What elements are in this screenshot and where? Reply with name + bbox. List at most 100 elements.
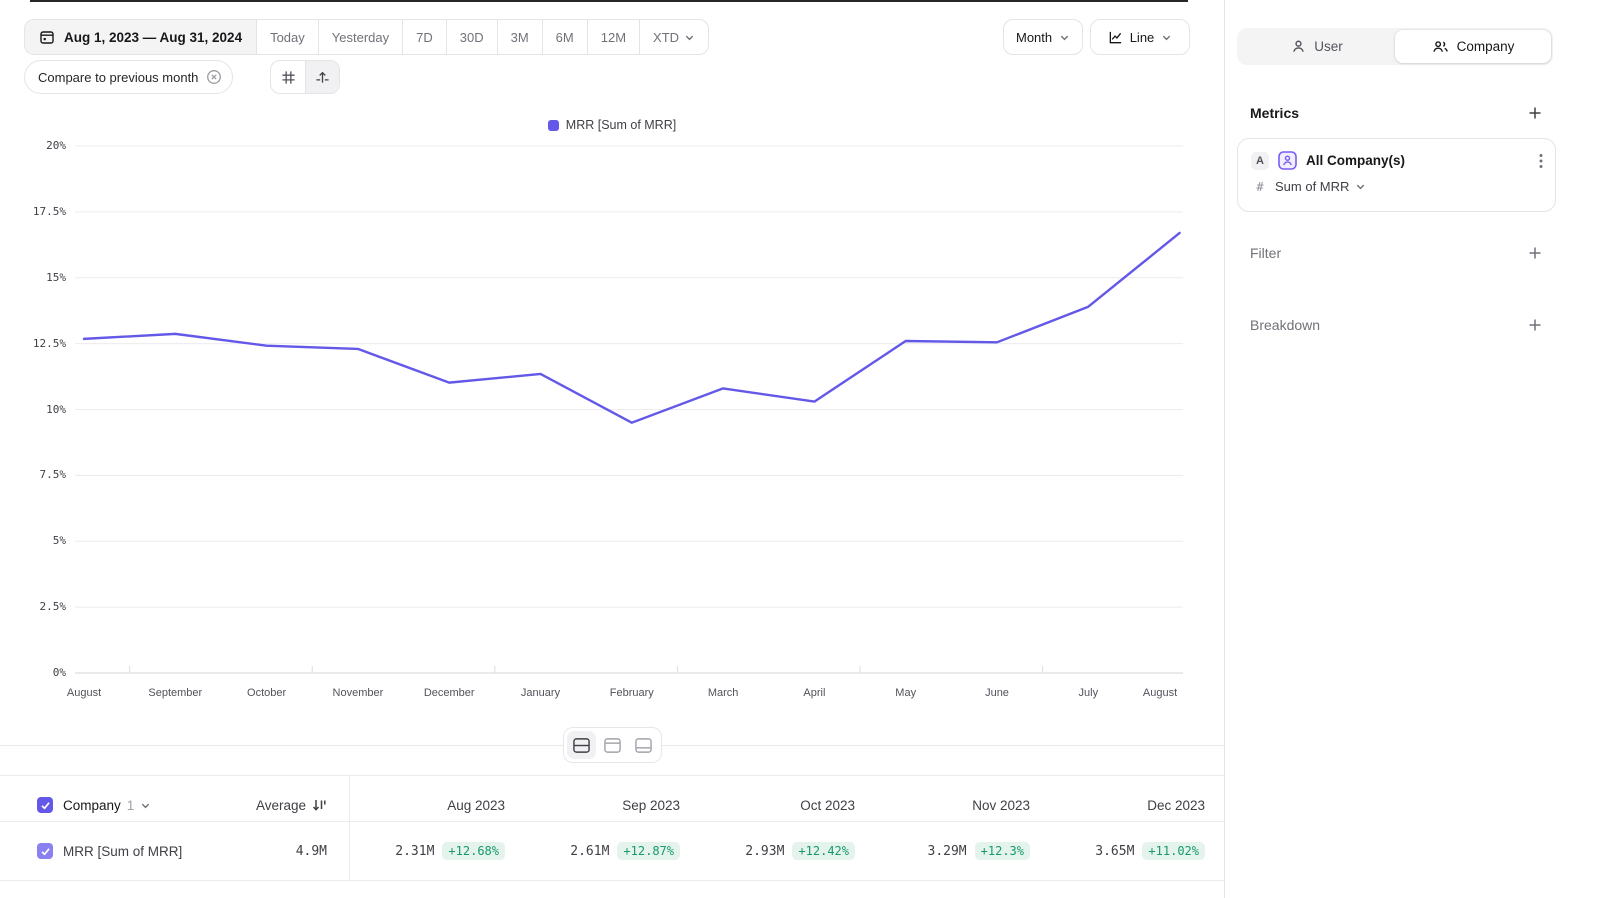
x-axis-label: February — [610, 687, 654, 699]
company-users-icon — [1432, 39, 1449, 54]
delta-badge: +12.68% — [442, 842, 505, 860]
legend-label[interactable]: MRR [Sum of MRR] — [566, 118, 676, 132]
arrow-up-from-line-icon — [315, 70, 330, 85]
y-axis-label: 0% — [0, 666, 66, 679]
x-axis-label: December — [424, 687, 475, 699]
x-axis-label: July — [1079, 687, 1099, 699]
kebab-menu-icon — [1539, 153, 1543, 169]
preset-xtd-button[interactable]: XTD — [639, 20, 708, 54]
preset-xtd-label: XTD — [653, 30, 679, 45]
cell-value: 2.93M — [745, 844, 784, 859]
chart-type-dropdown[interactable]: Line — [1090, 19, 1190, 55]
select-all-checkbox[interactable] — [37, 797, 53, 813]
x-axis-label: May — [895, 687, 916, 699]
x-axis-label: March — [708, 687, 739, 699]
preset-7d-button[interactable]: 7D — [402, 20, 446, 54]
plus-icon — [1527, 245, 1543, 261]
chart-type-label: Line — [1130, 30, 1155, 45]
y-axis-label: 2.5% — [0, 600, 66, 613]
tab-user-label: User — [1314, 39, 1343, 54]
layout-toggle — [563, 727, 662, 763]
check-icon — [40, 800, 51, 811]
x-axis-label: August — [67, 687, 101, 699]
date-range-label: Aug 1, 2023 — Aug 31, 2024 — [64, 30, 242, 45]
add-filter-button[interactable] — [1527, 245, 1543, 261]
y-axis-label: 10% — [0, 403, 66, 416]
company-metric-icon — [1278, 151, 1297, 170]
y-axis-label: 20% — [0, 139, 66, 152]
average-column-header[interactable]: Average — [167, 788, 327, 822]
table-row-label: MRR [Sum of MRR] — [63, 822, 182, 880]
y-axis-label: 7.5% — [0, 468, 66, 481]
average-label: Average — [256, 798, 306, 813]
cell-value: 3.29M — [928, 844, 967, 859]
add-metric-button[interactable] — [1527, 105, 1543, 121]
x-axis-label: June — [985, 687, 1009, 699]
tab-company[interactable]: Company — [1395, 30, 1551, 63]
table-cell: 2.93M +12.42% — [685, 822, 855, 880]
sort-descending-icon[interactable] — [312, 798, 327, 812]
table-cell: 3.65M +11.02% — [1035, 822, 1205, 880]
delta-badge: +11.02% — [1142, 842, 1205, 860]
breakdown-section-title: Breakdown — [1250, 317, 1320, 333]
grid-toggle-button[interactable] — [271, 61, 305, 93]
x-axis-label: November — [333, 687, 384, 699]
y-axis-label: 17.5% — [0, 205, 66, 218]
plus-icon — [1527, 317, 1543, 333]
table-column-header[interactable]: Nov 2023 — [870, 788, 1030, 822]
line-chart: 0%2.5%5%7.5%10%12.5%15%17.5%20%AugustSep… — [0, 140, 1224, 715]
metric-name: All Company(s) — [1306, 153, 1530, 168]
x-axis-label: August — [1143, 687, 1177, 699]
preset-3m-button[interactable]: 3M — [497, 20, 542, 54]
x-axis-label: April — [803, 687, 825, 699]
mrr-line-series[interactable] — [84, 233, 1180, 423]
sidebar-divider — [1224, 0, 1225, 898]
layout-chart-button[interactable] — [598, 731, 627, 759]
table-column-header[interactable]: Oct 2023 — [695, 788, 855, 822]
grid-icon — [281, 70, 296, 85]
numeric-type-icon: # — [1254, 180, 1266, 194]
preset-30d-button[interactable]: 30D — [446, 20, 497, 54]
preset-today-button[interactable]: Today — [256, 20, 318, 54]
delta-badge: +12.87% — [617, 842, 680, 860]
metric-menu-button[interactable] — [1539, 153, 1543, 169]
table-cell: 3.29M +12.3% — [860, 822, 1030, 880]
check-icon — [40, 846, 51, 857]
delta-badge: +12.42% — [792, 842, 855, 860]
chevron-down-icon — [1355, 181, 1366, 192]
chevron-down-icon — [684, 32, 695, 43]
row-checkbox[interactable] — [37, 843, 53, 859]
granularity-label: Month — [1016, 30, 1052, 45]
y-axis-label: 5% — [0, 534, 66, 547]
layout-split-icon — [572, 737, 591, 754]
filter-section-title: Filter — [1250, 245, 1281, 261]
layout-chart-icon — [603, 737, 622, 754]
table-column-header[interactable]: Dec 2023 — [1045, 788, 1205, 822]
tab-user[interactable]: User — [1239, 30, 1395, 63]
preset-yesterday-button[interactable]: Yesterday — [318, 20, 402, 54]
date-range-button[interactable]: Aug 1, 2023 — Aug 31, 2024 — [25, 20, 256, 54]
layout-split-button[interactable] — [567, 731, 596, 759]
table-group-header[interactable]: Company 1 — [63, 788, 151, 822]
entity-toggle: User Company — [1237, 28, 1553, 65]
x-axis-label: October — [247, 687, 286, 699]
legend-swatch — [548, 120, 559, 131]
chevron-down-icon — [1161, 32, 1172, 43]
cell-value: 3.65M — [1095, 844, 1134, 859]
circle-x-icon[interactable] — [206, 69, 222, 85]
preset-12m-button[interactable]: 12M — [587, 20, 639, 54]
granularity-dropdown[interactable]: Month — [1003, 19, 1083, 55]
table-column-header[interactable]: Aug 2023 — [345, 788, 505, 822]
metric-card[interactable]: A All Company(s) # Sum of MRR — [1237, 138, 1556, 212]
annotations-toggle-button[interactable] — [305, 61, 339, 93]
add-breakdown-button[interactable] — [1527, 317, 1543, 333]
preset-6m-button[interactable]: 6M — [542, 20, 587, 54]
cell-value: 2.31M — [395, 844, 434, 859]
chart-options-toggle — [270, 60, 340, 94]
delta-badge: +12.3% — [975, 842, 1030, 860]
compare-chip[interactable]: Compare to previous month — [24, 60, 233, 94]
date-range-group: Aug 1, 2023 — Aug 31, 2024 TodayYesterda… — [24, 19, 709, 55]
table-column-header[interactable]: Sep 2023 — [520, 788, 680, 822]
aggregation-dropdown[interactable]: Sum of MRR — [1275, 179, 1366, 194]
layout-table-button[interactable] — [629, 731, 658, 759]
